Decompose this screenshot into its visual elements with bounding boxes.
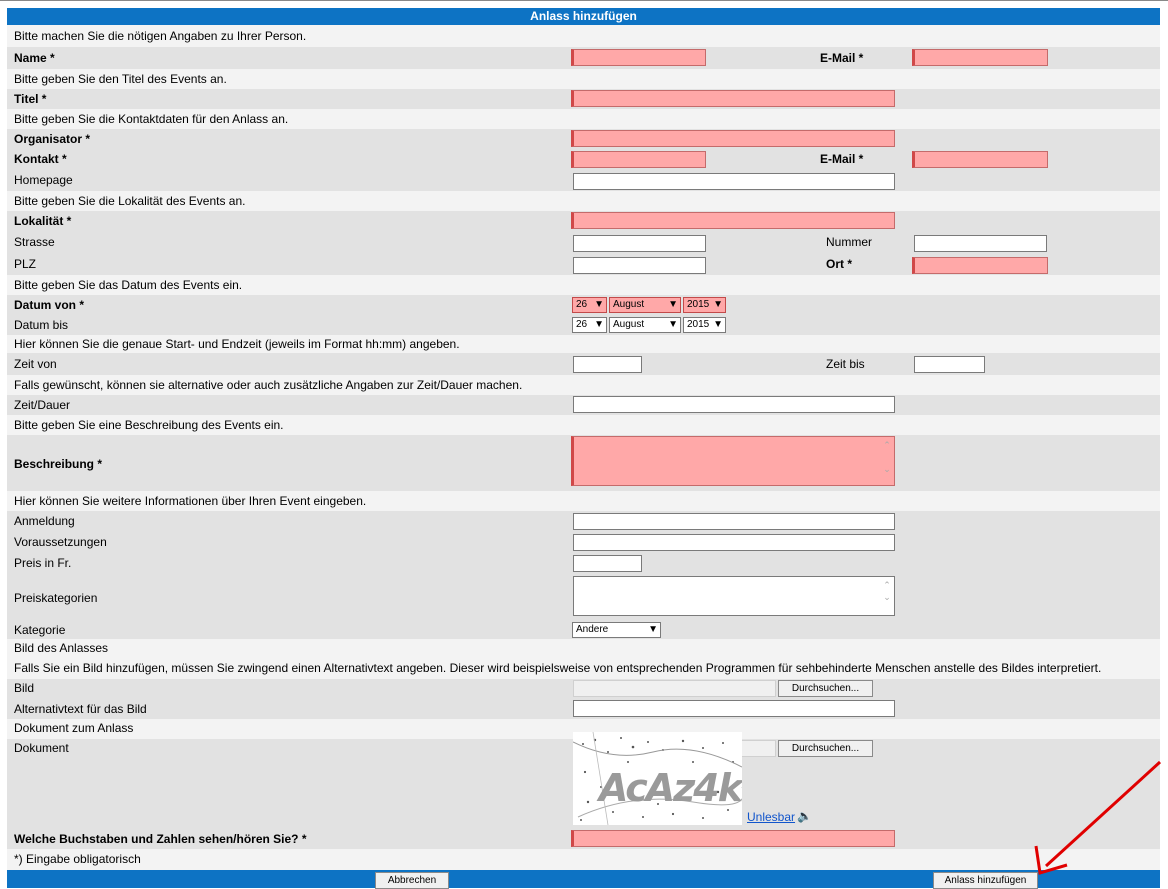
- captcha-image: AcAz4k: [573, 732, 742, 825]
- kontakt-input[interactable]: [571, 151, 706, 168]
- datum-von-month-select[interactable]: August ▼: [609, 297, 681, 313]
- zeit-von-label: Zeit von: [14, 357, 57, 371]
- required-note-text: *) Eingabe obligatorisch: [14, 852, 141, 866]
- lokalitaet-label: Lokalität *: [14, 214, 72, 228]
- bild-note-text: Falls Sie ein Bild hinzufügen, müssen Si…: [14, 661, 1102, 675]
- plz-input[interactable]: [573, 257, 706, 274]
- zeit-dauer-label: Zeit/Dauer: [14, 398, 71, 412]
- zeit-von-input[interactable]: [573, 356, 642, 373]
- preiskategorien-textarea[interactable]: ⌃ ⌄: [573, 576, 895, 616]
- intro-location-text: Bitte geben Sie die Lokalität des Events…: [14, 194, 246, 208]
- name-input[interactable]: [571, 49, 706, 66]
- captcha-text: AcAz4k: [599, 766, 742, 810]
- ort-label: Ort *: [826, 257, 853, 271]
- beschreibung-label: Beschreibung *: [14, 457, 103, 471]
- alt-text-label: Alternativtext für das Bild: [14, 702, 147, 716]
- plz-label: PLZ: [14, 257, 37, 271]
- zeit-dauer-input[interactable]: [573, 396, 895, 413]
- kontakt-email-input[interactable]: [912, 151, 1048, 168]
- dokument-label: Dokument: [14, 741, 69, 755]
- datum-bis-month-select[interactable]: August ▼: [609, 317, 681, 333]
- kontakt-email-label: E-Mail *: [820, 152, 864, 166]
- form-title-bar: Anlass hinzufügen: [7, 8, 1160, 25]
- alt-text-input[interactable]: [573, 700, 895, 717]
- dokument-heading-text: Dokument zum Anlass: [14, 721, 134, 735]
- captcha-input[interactable]: [571, 830, 895, 847]
- row-bild-note: Falls Sie ein Bild hinzufügen, müssen Si…: [7, 659, 1160, 679]
- intro-info-text: Hier können Sie weitere Informationen üb…: [14, 494, 367, 508]
- row-intro-location: Bitte geben Sie die Lokalität des Events…: [7, 191, 1160, 211]
- preiskategorien-label: Preiskategorien: [14, 591, 98, 605]
- submit-button[interactable]: Anlass hinzufügen: [933, 872, 1038, 889]
- intro-contact-text: Bitte geben Sie die Kontaktdaten für den…: [14, 112, 289, 126]
- row-intro-title: Bitte geben Sie den Titel des Events an.: [7, 69, 1160, 89]
- row-bild-heading: Bild des Anlasses: [7, 639, 1160, 659]
- anmeldung-label: Anmeldung: [14, 514, 75, 528]
- titel-input[interactable]: [571, 90, 895, 107]
- form-title: Anlass hinzufügen: [530, 9, 637, 23]
- intro-time-text: Hier können Sie die genaue Start- und En…: [14, 337, 460, 351]
- bild-file-field[interactable]: [573, 680, 776, 697]
- nummer-label: Nummer: [826, 235, 873, 249]
- captcha-question-label: Welche Buchstaben und Zahlen sehen/hören…: [14, 832, 307, 846]
- kontakt-label: Kontakt *: [14, 152, 67, 166]
- anmeldung-input[interactable]: [573, 513, 895, 530]
- bild-heading-text: Bild des Anlasses: [14, 641, 109, 655]
- row-intro-info: Hier können Sie weitere Informationen üb…: [7, 491, 1160, 511]
- homepage-input[interactable]: [573, 173, 895, 190]
- organisator-input[interactable]: [571, 130, 895, 147]
- datum-bis-label: Datum bis: [14, 318, 69, 332]
- intro-title-text: Bitte geben Sie den Titel des Events an.: [14, 72, 227, 86]
- homepage-label: Homepage: [14, 173, 73, 187]
- strasse-input[interactable]: [573, 235, 706, 252]
- intro-description-text: Bitte geben Sie eine Beschreibung des Ev…: [14, 418, 284, 432]
- dokument-browse-button[interactable]: Durchsuchen...: [778, 740, 873, 757]
- datum-von-year-select[interactable]: 2015 ▼: [683, 297, 726, 313]
- datum-von-label: Datum von *: [14, 298, 85, 312]
- zeit-bis-input[interactable]: [914, 356, 985, 373]
- ort-input[interactable]: [912, 257, 1048, 274]
- textarea-scrollbar[interactable]: ⌃ ⌄: [882, 579, 892, 613]
- voraussetzungen-label: Voraussetzungen: [14, 535, 107, 549]
- bild-label: Bild: [14, 681, 35, 695]
- zeit-bis-label: Zeit bis: [826, 357, 865, 371]
- row-intro-person: Bitte machen Sie die nötigen Angaben zu …: [7, 25, 1160, 47]
- voraussetzungen-input[interactable]: [573, 534, 895, 551]
- email-label: E-Mail *: [820, 51, 864, 65]
- kategorie-label: Kategorie: [14, 623, 66, 637]
- bild-browse-button[interactable]: Durchsuchen...: [778, 680, 873, 697]
- datum-von-day-select[interactable]: 26 ▼: [572, 297, 607, 313]
- speaker-icon[interactable]: 🔈: [797, 809, 812, 823]
- form-page: Anlass hinzufügen Bitte machen Sie die n…: [0, 0, 1168, 889]
- row-required-note: *) Eingabe obligatorisch: [7, 849, 1160, 870]
- name-label: Name *: [14, 51, 55, 65]
- intro-date-text: Bitte geben Sie das Datum des Events ein…: [14, 278, 243, 292]
- nummer-input[interactable]: [914, 235, 1047, 252]
- lokalitaet-input[interactable]: [571, 212, 895, 229]
- row-intro-time: Hier können Sie die genaue Start- und En…: [7, 335, 1160, 353]
- cancel-button[interactable]: Abbrechen: [375, 872, 449, 889]
- beschreibung-textarea[interactable]: ⌃ ⌄: [571, 436, 895, 486]
- kategorie-select[interactable]: Andere ▼: [572, 622, 661, 638]
- top-border: [0, 0, 1168, 5]
- preis-label: Preis in Fr.: [14, 556, 72, 570]
- strasse-label: Strasse: [14, 235, 55, 249]
- titel-label: Titel *: [14, 92, 47, 106]
- row-intro-duration: Falls gewünscht, können sie alternative …: [7, 375, 1160, 395]
- intro-person-text: Bitte machen Sie die nötigen Angaben zu …: [14, 29, 307, 43]
- datum-bis-day-select[interactable]: 26 ▼: [572, 317, 607, 333]
- preis-input[interactable]: [573, 555, 642, 572]
- row-intro-date: Bitte geben Sie das Datum des Events ein…: [7, 275, 1160, 295]
- row-intro-contact: Bitte geben Sie die Kontaktdaten für den…: [7, 109, 1160, 129]
- captcha-unreadable-link[interactable]: Unlesbar: [747, 810, 795, 824]
- textarea-scrollbar[interactable]: ⌃ ⌄: [882, 439, 892, 483]
- organisator-label: Organisator *: [14, 132, 91, 146]
- intro-duration-text: Falls gewünscht, können sie alternative …: [14, 378, 523, 392]
- datum-bis-year-select[interactable]: 2015 ▼: [683, 317, 726, 333]
- email-input[interactable]: [912, 49, 1048, 66]
- row-intro-description: Bitte geben Sie eine Beschreibung des Ev…: [7, 415, 1160, 435]
